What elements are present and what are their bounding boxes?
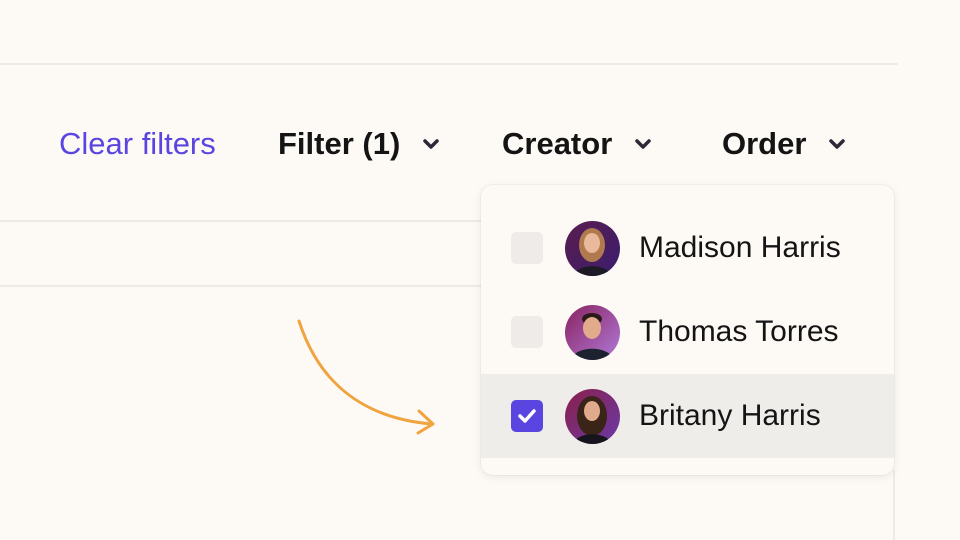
creator-option-label: Madison Harris — [639, 231, 841, 264]
creator-option[interactable]: Britany Harris — [481, 374, 894, 458]
avatar — [565, 304, 620, 360]
creator-option[interactable]: Thomas Torres — [481, 290, 894, 374]
checkbox-checked[interactable] — [511, 400, 543, 432]
avatar — [565, 220, 620, 276]
creator-option-label: Thomas Torres — [639, 315, 839, 348]
checkbox-unchecked[interactable] — [511, 316, 543, 348]
creator-option[interactable]: Madison Harris — [481, 206, 894, 290]
checkbox-unchecked[interactable] — [511, 232, 543, 264]
creator-option-label: Britany Harris — [639, 399, 821, 432]
avatar — [565, 388, 620, 444]
creator-dropdown-menu: Madison Harris Thomas Torres Britany Har… — [481, 185, 894, 475]
checkmark-icon — [518, 409, 536, 423]
